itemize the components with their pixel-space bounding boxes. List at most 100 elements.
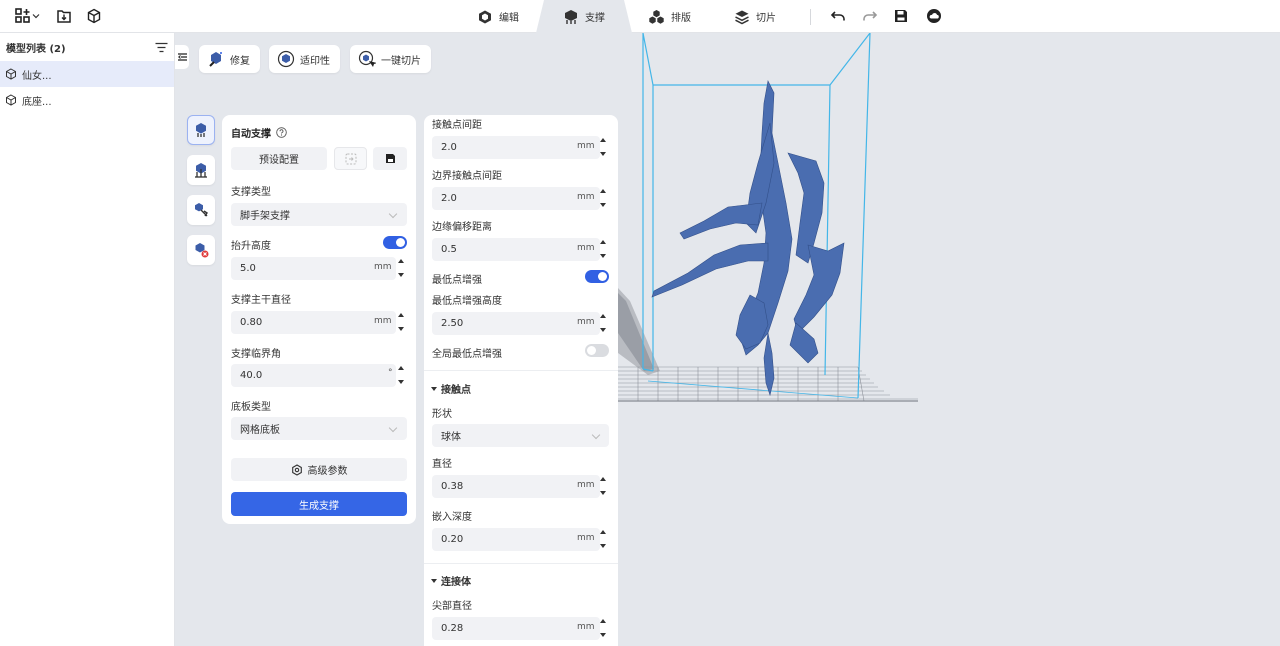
shape-select[interactable]: 球体 xyxy=(432,424,609,447)
contact-spacing-unit: mm xyxy=(577,141,595,151)
lowest-point-height-input[interactable]: 2.50 xyxy=(432,312,600,335)
contact-section-header[interactable]: 接触点 xyxy=(431,381,471,396)
critical-angle-label: 支撑临界角 xyxy=(231,349,281,360)
base-model-partial xyxy=(618,288,660,375)
lowest-point-height-value: 2.50 xyxy=(441,318,464,329)
edge-offset-unit: mm xyxy=(577,243,595,253)
critical-angle-input[interactable]: 40.0 xyxy=(231,364,396,387)
preset-config-button[interactable]: 预设配置 xyxy=(231,147,327,170)
edge-contact-spacing-input[interactable]: 2.0 xyxy=(432,187,600,210)
lowest-point-toggle[interactable] xyxy=(585,270,609,283)
diameter-stepper[interactable] xyxy=(600,477,606,495)
connector-section-header[interactable]: 连接体 xyxy=(431,573,471,588)
tip-diameter-unit: mm xyxy=(577,622,595,632)
chevron-down-icon[interactable] xyxy=(30,6,42,26)
embed-depth-label: 嵌入深度 xyxy=(432,512,472,523)
layers-icon xyxy=(735,10,749,24)
import-icon[interactable] xyxy=(54,6,74,26)
tab-edit[interactable]: 编辑 xyxy=(477,0,519,33)
auto-support-title: 自动支撑 xyxy=(231,129,271,140)
tab-support[interactable]: 支撑 xyxy=(563,0,605,33)
tab-support-label: 支撑 xyxy=(585,13,605,24)
tip-diameter-label: 尖部直径 xyxy=(432,601,472,612)
trunk-diameter-stepper[interactable] xyxy=(398,313,404,331)
printability-button[interactable]: 适印性 xyxy=(269,45,340,73)
tip-diameter-stepper[interactable] xyxy=(600,619,606,637)
contact-spacing-input[interactable]: 2.0 xyxy=(432,136,600,159)
collapse-panel-button[interactable] xyxy=(175,45,189,69)
global-lowest-label: 全局最低点增强 xyxy=(432,349,502,360)
tab-layout[interactable]: 排版 xyxy=(648,0,691,33)
global-lowest-toggle[interactable] xyxy=(585,344,609,357)
section-divider xyxy=(424,370,618,371)
generate-support-label: 生成支撑 xyxy=(299,500,339,512)
save-preset-button[interactable] xyxy=(373,147,407,170)
model-list-panel: 模型列表 (2) 仙女... 底座... xyxy=(0,33,175,646)
edge-contact-spacing-label: 边界接触点间距 xyxy=(432,171,502,182)
trunk-diameter-input[interactable]: 0.80 xyxy=(231,311,396,334)
diameter-input[interactable]: 0.38 xyxy=(432,475,600,498)
help-icon[interactable] xyxy=(276,127,287,138)
lift-height-input[interactable]: 5.0 xyxy=(231,257,396,280)
model-list-item[interactable]: 仙女... xyxy=(0,61,174,87)
contact-spacing-value: 2.0 xyxy=(441,142,457,153)
repair-button[interactable]: 修复 xyxy=(199,45,260,73)
support-type-select[interactable]: 脚手架支撑 xyxy=(231,203,407,226)
lowest-point-height-label: 最低点增强高度 xyxy=(432,296,502,307)
undo-icon[interactable] xyxy=(828,6,848,26)
critical-angle-value: 40.0 xyxy=(240,370,263,381)
tip-diameter-input[interactable]: 0.28 xyxy=(432,617,600,640)
tab-edit-label: 编辑 xyxy=(499,13,519,24)
auto-support-tool[interactable] xyxy=(187,115,215,145)
edge-contact-spacing-stepper[interactable] xyxy=(600,189,606,207)
filter-icon[interactable] xyxy=(155,42,168,53)
swap-icon xyxy=(345,153,356,164)
model-list-item[interactable]: 底座... xyxy=(0,87,174,113)
support-edit-icon xyxy=(195,203,208,217)
section-divider xyxy=(424,563,618,564)
diameter-unit: mm xyxy=(577,480,595,490)
critical-angle-stepper[interactable] xyxy=(398,366,404,384)
advanced-params-button[interactable]: 高级参数 xyxy=(231,458,407,481)
contact-section-title: 接触点 xyxy=(441,385,471,396)
model-name: 仙女... xyxy=(22,70,52,82)
delete-support-tool[interactable] xyxy=(187,235,215,265)
lift-height-stepper[interactable] xyxy=(398,259,404,277)
tab-slice[interactable]: 切片 xyxy=(734,0,776,33)
advanced-params-label: 高级参数 xyxy=(307,466,348,477)
tab-slice-label: 切片 xyxy=(756,13,776,24)
one-click-slice-button[interactable]: 一键切片 xyxy=(350,45,431,73)
repair-icon xyxy=(209,52,222,67)
edge-contact-spacing-unit: mm xyxy=(577,192,595,202)
cube-icon[interactable] xyxy=(84,6,104,26)
lowest-point-height-stepper[interactable] xyxy=(600,314,606,332)
trunk-diameter-label: 支撑主干直径 xyxy=(231,295,291,306)
embed-depth-input[interactable]: 0.20 xyxy=(432,528,600,551)
edge-offset-stepper[interactable] xyxy=(600,240,606,258)
save-icon[interactable] xyxy=(891,6,911,26)
load-preset-button[interactable] xyxy=(334,147,367,170)
cloud-icon[interactable] xyxy=(924,6,944,26)
viewport-scene xyxy=(618,32,918,402)
base-type-select[interactable]: 网格底板 xyxy=(231,417,407,440)
trunk-diameter-value: 0.80 xyxy=(240,317,263,328)
caret-down-icon xyxy=(431,386,437,391)
figure-model xyxy=(651,80,845,397)
model-cube-icon xyxy=(6,68,16,80)
lift-height-toggle[interactable] xyxy=(383,236,407,249)
printability-label: 适印性 xyxy=(300,55,330,67)
lowest-point-height-unit: mm xyxy=(577,317,595,327)
support-edit-tool[interactable] xyxy=(187,195,215,225)
lift-height-unit: mm xyxy=(374,262,392,272)
contact-spacing-stepper[interactable] xyxy=(600,138,606,156)
generate-support-button[interactable]: 生成支撑 xyxy=(231,492,407,516)
edge-offset-input[interactable]: 0.5 xyxy=(432,238,600,261)
redo-icon[interactable] xyxy=(860,6,880,26)
auto-support-icon xyxy=(196,123,206,137)
edge-offset-value: 0.5 xyxy=(441,244,457,255)
3d-viewport[interactable] xyxy=(618,32,1280,646)
embed-depth-stepper[interactable] xyxy=(600,530,606,548)
base-type-value: 网格底板 xyxy=(240,425,280,436)
manual-support-tool[interactable] xyxy=(187,155,215,185)
manual-support-icon xyxy=(195,163,207,178)
